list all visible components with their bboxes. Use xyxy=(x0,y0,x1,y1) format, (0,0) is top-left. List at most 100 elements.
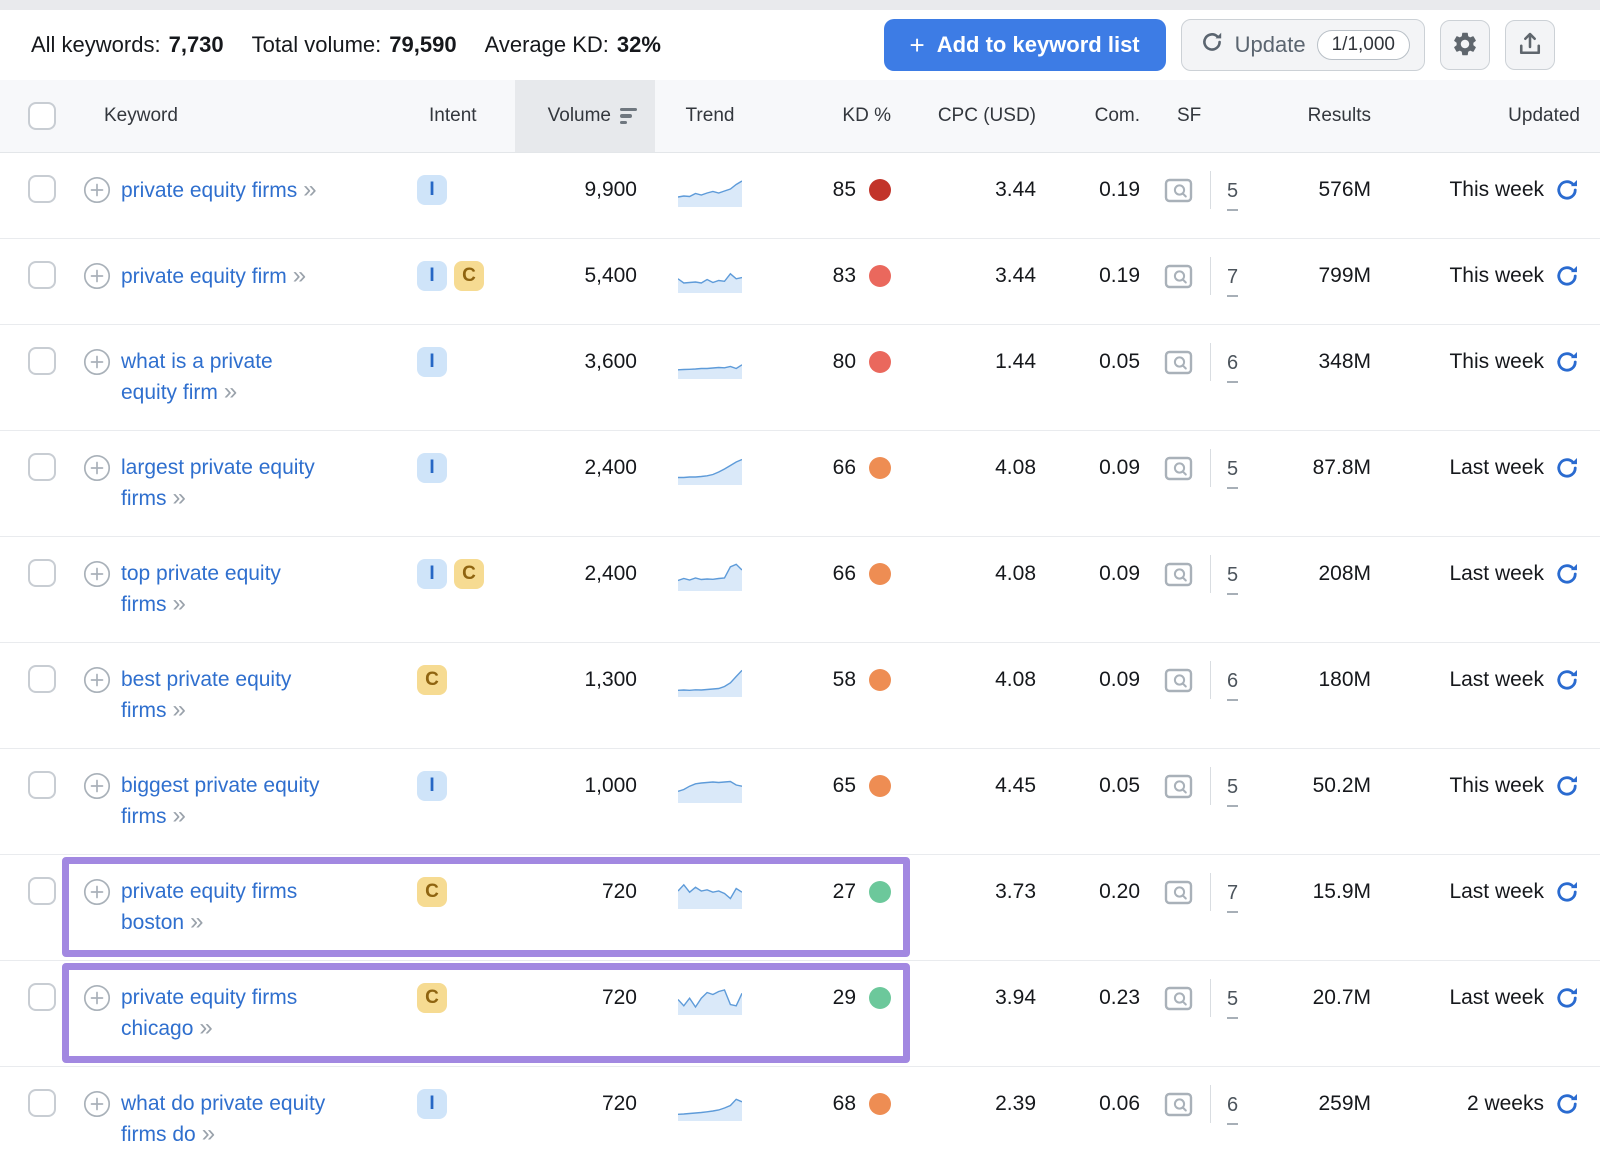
refresh-keyword-icon[interactable] xyxy=(1554,985,1580,1020)
double-chevron-icon[interactable]: » xyxy=(190,908,201,935)
keyword-link[interactable]: what do private equity firms do» xyxy=(121,1089,325,1149)
keyword-link[interactable]: private equity firms» xyxy=(121,175,315,213)
row-checkbox[interactable] xyxy=(28,665,56,693)
add-keyword-icon[interactable] xyxy=(83,984,111,1044)
refresh-keyword-icon[interactable] xyxy=(1554,177,1580,212)
sf-count[interactable]: 5 xyxy=(1227,984,1238,1019)
serp-features-icon[interactable] xyxy=(1164,668,1194,703)
serp-features-icon[interactable] xyxy=(1164,178,1194,213)
keyword-link[interactable]: private equity firm» xyxy=(121,261,304,299)
double-chevron-icon[interactable]: » xyxy=(199,1014,210,1041)
column-header-sf[interactable]: SF xyxy=(1150,80,1285,152)
row-checkbox[interactable] xyxy=(28,453,56,481)
add-keyword-icon[interactable] xyxy=(83,176,111,213)
double-chevron-icon[interactable]: » xyxy=(173,696,184,723)
double-chevron-icon[interactable]: » xyxy=(173,590,184,617)
column-header-trend[interactable]: Trend xyxy=(655,80,765,152)
column-header-updated[interactable]: Updated xyxy=(1385,80,1600,152)
row-checkbox[interactable] xyxy=(28,559,56,587)
sf-count[interactable]: 5 xyxy=(1227,454,1238,489)
keyword-link[interactable]: best private equity firms» xyxy=(121,665,291,726)
column-header-intent[interactable]: Intent xyxy=(410,80,515,152)
updated-cell: Last week xyxy=(1385,983,1600,1020)
column-header-kd[interactable]: KD % xyxy=(765,80,905,152)
keyword-link[interactable]: biggest private equity firms» xyxy=(121,771,319,832)
column-header-results[interactable]: Results xyxy=(1285,80,1385,152)
sf-divider xyxy=(1210,661,1211,699)
add-keyword-icon[interactable] xyxy=(83,454,111,514)
refresh-keyword-icon[interactable] xyxy=(1554,879,1580,914)
double-chevron-icon[interactable]: » xyxy=(173,802,184,829)
refresh-keyword-icon[interactable] xyxy=(1554,455,1580,490)
double-chevron-icon[interactable]: » xyxy=(224,378,235,405)
serp-features-icon[interactable] xyxy=(1164,456,1194,491)
row-checkbox[interactable] xyxy=(28,877,56,905)
refresh-keyword-icon[interactable] xyxy=(1554,561,1580,596)
double-chevron-icon[interactable]: » xyxy=(303,176,314,203)
keyword-link[interactable]: private equity firms boston» xyxy=(121,877,297,938)
toolbar-actions: + Add to keyword list Update 1/1,000 xyxy=(884,19,1555,71)
add-keyword-icon[interactable] xyxy=(83,560,111,620)
sf-count[interactable]: 6 xyxy=(1227,666,1238,701)
cpc-cell: 1.44 xyxy=(905,347,1045,377)
row-checkbox[interactable] xyxy=(28,347,56,375)
settings-button[interactable] xyxy=(1440,20,1490,70)
row-checkbox[interactable] xyxy=(28,261,56,289)
column-header-com[interactable]: Com. xyxy=(1045,80,1150,152)
sf-count[interactable]: 5 xyxy=(1227,176,1238,211)
serp-features-icon[interactable] xyxy=(1164,880,1194,915)
refresh-keyword-icon[interactable] xyxy=(1554,263,1580,298)
serp-features-icon[interactable] xyxy=(1164,562,1194,597)
column-header-volume[interactable]: Volume xyxy=(515,80,655,152)
serp-features-icon[interactable] xyxy=(1164,264,1194,299)
add-keyword-icon[interactable] xyxy=(83,1090,111,1149)
table-row: top private equity firms»IC2,400664.080.… xyxy=(0,537,1600,643)
row-checkbox[interactable] xyxy=(28,983,56,1011)
keyword-link[interactable]: private equity firms chicago» xyxy=(121,983,297,1044)
refresh-keyword-icon[interactable] xyxy=(1554,1091,1580,1126)
column-header-keyword[interactable]: Keyword xyxy=(64,80,410,152)
com-cell: 0.06 xyxy=(1045,1089,1150,1119)
sf-count[interactable]: 7 xyxy=(1227,878,1238,913)
row-checkbox[interactable] xyxy=(28,175,56,203)
keyword-link[interactable]: largest private equity firms» xyxy=(121,453,315,514)
keyword-link[interactable]: what is a private equity firm» xyxy=(121,347,273,408)
add-keyword-icon[interactable] xyxy=(83,348,111,408)
keyword-link[interactable]: top private equity firms» xyxy=(121,559,281,620)
double-chevron-icon[interactable]: » xyxy=(293,262,304,289)
refresh-keyword-icon[interactable] xyxy=(1554,773,1580,808)
add-keyword-icon[interactable] xyxy=(83,878,111,938)
kd-value: 66 xyxy=(833,453,856,483)
add-keyword-icon[interactable] xyxy=(83,666,111,726)
sf-count[interactable]: 5 xyxy=(1227,560,1238,595)
select-all-checkbox[interactable] xyxy=(28,102,56,130)
add-keyword-icon[interactable] xyxy=(83,772,111,832)
serp-features-icon[interactable] xyxy=(1164,1092,1194,1127)
keyword-text: what is a private equity firm xyxy=(121,350,273,404)
keyword-cell: largest private equity firms» xyxy=(64,453,410,514)
row-checkbox[interactable] xyxy=(28,771,56,799)
export-button[interactable] xyxy=(1505,20,1555,70)
add-button-label: Add to keyword list xyxy=(937,32,1140,58)
row-checkbox[interactable] xyxy=(28,1089,56,1117)
add-to-keyword-list-button[interactable]: + Add to keyword list xyxy=(884,19,1166,71)
double-chevron-icon[interactable]: » xyxy=(202,1120,213,1147)
update-button[interactable]: Update 1/1,000 xyxy=(1181,19,1425,71)
refresh-keyword-icon[interactable] xyxy=(1554,349,1580,384)
sf-count[interactable]: 7 xyxy=(1227,262,1238,297)
serp-features-icon[interactable] xyxy=(1164,350,1194,385)
refresh-keyword-icon[interactable] xyxy=(1554,667,1580,702)
kd-value: 85 xyxy=(833,175,856,205)
sf-count[interactable]: 6 xyxy=(1227,1090,1238,1125)
sf-count[interactable]: 6 xyxy=(1227,348,1238,383)
add-keyword-icon[interactable] xyxy=(83,262,111,299)
cpc-cell: 2.39 xyxy=(905,1089,1045,1119)
serp-features-icon[interactable] xyxy=(1164,774,1194,809)
kd-cell: 29 xyxy=(765,983,905,1013)
serp-features-icon[interactable] xyxy=(1164,986,1194,1021)
double-chevron-icon[interactable]: » xyxy=(173,484,184,511)
sf-count[interactable]: 5 xyxy=(1227,772,1238,807)
trend-cell xyxy=(655,175,765,216)
column-header-cpc[interactable]: CPC (USD) xyxy=(905,80,1045,152)
updated-cell: Last week xyxy=(1385,559,1600,596)
